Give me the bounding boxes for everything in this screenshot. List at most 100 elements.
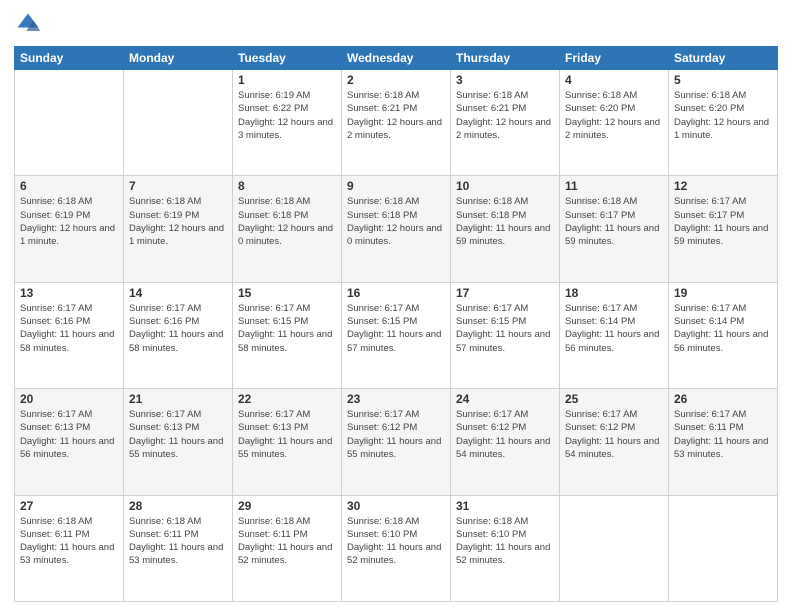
day-info: Sunrise: 6:17 AM Sunset: 6:12 PM Dayligh… <box>456 408 554 461</box>
calendar-cell: 24 Sunrise: 6:17 AM Sunset: 6:12 PM Dayli… <box>451 389 560 495</box>
weekday-header-saturday: Saturday <box>669 47 778 70</box>
day-info: Sunrise: 6:18 AM Sunset: 6:20 PM Dayligh… <box>565 89 663 142</box>
weekday-header-sunday: Sunday <box>15 47 124 70</box>
calendar-cell: 13 Sunrise: 6:17 AM Sunset: 6:16 PM Dayli… <box>15 282 124 388</box>
day-number: 19 <box>674 286 772 300</box>
day-number: 29 <box>238 499 336 513</box>
day-info: Sunrise: 6:17 AM Sunset: 6:15 PM Dayligh… <box>456 302 554 355</box>
day-info: Sunrise: 6:17 AM Sunset: 6:12 PM Dayligh… <box>347 408 445 461</box>
calendar-cell: 11 Sunrise: 6:18 AM Sunset: 6:17 PM Dayli… <box>560 176 669 282</box>
day-info: Sunrise: 6:17 AM Sunset: 6:15 PM Dayligh… <box>238 302 336 355</box>
day-info: Sunrise: 6:17 AM Sunset: 6:12 PM Dayligh… <box>565 408 663 461</box>
week-row-4: 27 Sunrise: 6:18 AM Sunset: 6:11 PM Dayli… <box>15 495 778 601</box>
calendar-cell: 9 Sunrise: 6:18 AM Sunset: 6:18 PM Daylig… <box>342 176 451 282</box>
day-info: Sunrise: 6:18 AM Sunset: 6:21 PM Dayligh… <box>347 89 445 142</box>
calendar-cell: 3 Sunrise: 6:18 AM Sunset: 6:21 PM Daylig… <box>451 70 560 176</box>
calendar-cell: 18 Sunrise: 6:17 AM Sunset: 6:14 PM Dayli… <box>560 282 669 388</box>
day-info: Sunrise: 6:17 AM Sunset: 6:13 PM Dayligh… <box>20 408 118 461</box>
day-number: 7 <box>129 179 227 193</box>
weekday-header-wednesday: Wednesday <box>342 47 451 70</box>
calendar-cell <box>15 70 124 176</box>
weekday-header-monday: Monday <box>124 47 233 70</box>
day-number: 15 <box>238 286 336 300</box>
day-info: Sunrise: 6:18 AM Sunset: 6:20 PM Dayligh… <box>674 89 772 142</box>
day-number: 24 <box>456 392 554 406</box>
calendar-cell: 20 Sunrise: 6:17 AM Sunset: 6:13 PM Dayli… <box>15 389 124 495</box>
calendar-cell <box>124 70 233 176</box>
header <box>14 10 778 38</box>
calendar-cell: 31 Sunrise: 6:18 AM Sunset: 6:10 PM Dayli… <box>451 495 560 601</box>
day-number: 18 <box>565 286 663 300</box>
calendar-cell: 17 Sunrise: 6:17 AM Sunset: 6:15 PM Dayli… <box>451 282 560 388</box>
calendar-cell: 25 Sunrise: 6:17 AM Sunset: 6:12 PM Dayli… <box>560 389 669 495</box>
day-number: 9 <box>347 179 445 193</box>
calendar-cell: 15 Sunrise: 6:17 AM Sunset: 6:15 PM Dayli… <box>233 282 342 388</box>
day-info: Sunrise: 6:17 AM Sunset: 6:17 PM Dayligh… <box>674 195 772 248</box>
calendar-cell: 21 Sunrise: 6:17 AM Sunset: 6:13 PM Dayli… <box>124 389 233 495</box>
day-number: 22 <box>238 392 336 406</box>
day-info: Sunrise: 6:19 AM Sunset: 6:22 PM Dayligh… <box>238 89 336 142</box>
calendar-cell: 10Sunrise: 6:18 AM Sunset: 6:18 PM Dayli… <box>451 176 560 282</box>
calendar-cell: 29Sunrise: 6:18 AM Sunset: 6:11 PM Dayli… <box>233 495 342 601</box>
day-info: Sunrise: 6:17 AM Sunset: 6:16 PM Dayligh… <box>20 302 118 355</box>
day-info: Sunrise: 6:18 AM Sunset: 6:21 PM Dayligh… <box>456 89 554 142</box>
day-number: 20 <box>20 392 118 406</box>
day-number: 13 <box>20 286 118 300</box>
day-number: 26 <box>674 392 772 406</box>
weekday-header-friday: Friday <box>560 47 669 70</box>
day-number: 21 <box>129 392 227 406</box>
day-info: Sunrise: 6:18 AM Sunset: 6:17 PM Dayligh… <box>565 195 663 248</box>
day-number: 25 <box>565 392 663 406</box>
day-info: Sunrise: 6:18 AM Sunset: 6:10 PM Dayligh… <box>456 515 554 568</box>
calendar-cell: 1 Sunrise: 6:19 AM Sunset: 6:22 PM Daylig… <box>233 70 342 176</box>
day-number: 5 <box>674 73 772 87</box>
day-number: 3 <box>456 73 554 87</box>
day-info: Sunrise: 6:18 AM Sunset: 6:18 PM Dayligh… <box>347 195 445 248</box>
calendar-cell: 27Sunrise: 6:18 AM Sunset: 6:11 PM Dayli… <box>15 495 124 601</box>
calendar-cell: 8 Sunrise: 6:18 AM Sunset: 6:18 PM Daylig… <box>233 176 342 282</box>
day-info: Sunrise: 6:17 AM Sunset: 6:14 PM Dayligh… <box>674 302 772 355</box>
calendar-cell: 14 Sunrise: 6:17 AM Sunset: 6:16 PM Dayli… <box>124 282 233 388</box>
day-number: 4 <box>565 73 663 87</box>
day-number: 11 <box>565 179 663 193</box>
calendar-cell: 22 Sunrise: 6:17 AM Sunset: 6:13 PM Dayli… <box>233 389 342 495</box>
day-info: Sunrise: 6:17 AM Sunset: 6:11 PM Dayligh… <box>674 408 772 461</box>
day-number: 17 <box>456 286 554 300</box>
day-info: Sunrise: 6:18 AM Sunset: 6:18 PM Dayligh… <box>238 195 336 248</box>
day-info: Sunrise: 6:17 AM Sunset: 6:16 PM Dayligh… <box>129 302 227 355</box>
calendar-cell <box>669 495 778 601</box>
day-number: 6 <box>20 179 118 193</box>
day-number: 12 <box>674 179 772 193</box>
calendar-cell <box>560 495 669 601</box>
day-number: 1 <box>238 73 336 87</box>
day-number: 8 <box>238 179 336 193</box>
calendar-cell: 2Sunrise: 6:18 AM Sunset: 6:21 PM Daylig… <box>342 70 451 176</box>
calendar-cell: 30 Sunrise: 6:18 AM Sunset: 6:10 PM Dayli… <box>342 495 451 601</box>
day-info: Sunrise: 6:18 AM Sunset: 6:19 PM Dayligh… <box>20 195 118 248</box>
calendar-cell: 6 Sunrise: 6:18 AM Sunset: 6:19 PM Daylig… <box>15 176 124 282</box>
calendar-cell: 28Sunrise: 6:18 AM Sunset: 6:11 PM Dayli… <box>124 495 233 601</box>
day-number: 31 <box>456 499 554 513</box>
day-info: Sunrise: 6:18 AM Sunset: 6:11 PM Dayligh… <box>129 515 227 568</box>
week-row-3: 20 Sunrise: 6:17 AM Sunset: 6:13 PM Dayli… <box>15 389 778 495</box>
logo <box>14 10 46 38</box>
day-info: Sunrise: 6:17 AM Sunset: 6:13 PM Dayligh… <box>238 408 336 461</box>
day-number: 30 <box>347 499 445 513</box>
day-number: 14 <box>129 286 227 300</box>
calendar-cell: 7 Sunrise: 6:18 AM Sunset: 6:19 PM Daylig… <box>124 176 233 282</box>
week-row-2: 13 Sunrise: 6:17 AM Sunset: 6:16 PM Dayli… <box>15 282 778 388</box>
day-info: Sunrise: 6:17 AM Sunset: 6:13 PM Dayligh… <box>129 408 227 461</box>
day-number: 23 <box>347 392 445 406</box>
calendar-cell: 4 Sunrise: 6:18 AM Sunset: 6:20 PM Daylig… <box>560 70 669 176</box>
day-number: 27 <box>20 499 118 513</box>
weekday-header-thursday: Thursday <box>451 47 560 70</box>
day-info: Sunrise: 6:18 AM Sunset: 6:19 PM Dayligh… <box>129 195 227 248</box>
day-info: Sunrise: 6:18 AM Sunset: 6:10 PM Dayligh… <box>347 515 445 568</box>
day-info: Sunrise: 6:17 AM Sunset: 6:15 PM Dayligh… <box>347 302 445 355</box>
calendar-cell: 19 Sunrise: 6:17 AM Sunset: 6:14 PM Dayli… <box>669 282 778 388</box>
week-row-0: 1 Sunrise: 6:19 AM Sunset: 6:22 PM Daylig… <box>15 70 778 176</box>
week-row-1: 6 Sunrise: 6:18 AM Sunset: 6:19 PM Daylig… <box>15 176 778 282</box>
calendar-cell: 16Sunrise: 6:17 AM Sunset: 6:15 PM Dayli… <box>342 282 451 388</box>
day-info: Sunrise: 6:17 AM Sunset: 6:14 PM Dayligh… <box>565 302 663 355</box>
weekday-header-row: SundayMondayTuesdayWednesdayThursdayFrid… <box>15 47 778 70</box>
